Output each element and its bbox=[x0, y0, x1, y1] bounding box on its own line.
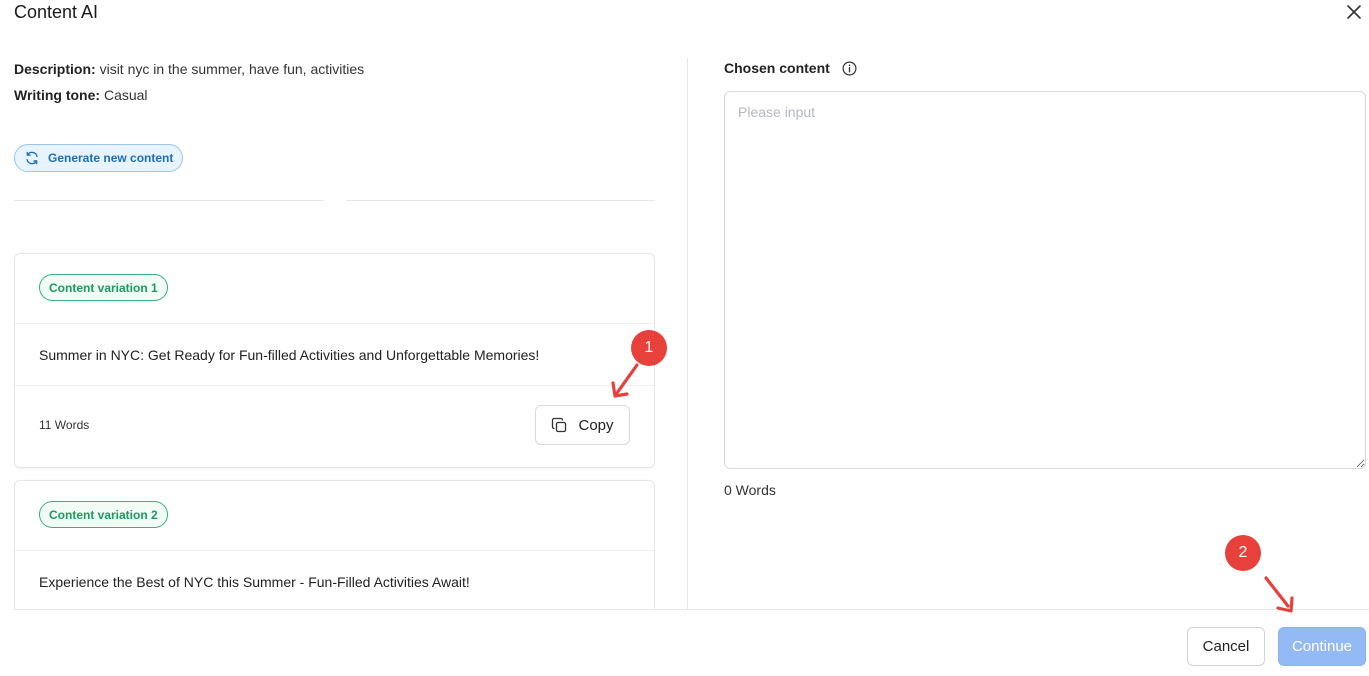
tone-label: Writing tone: bbox=[14, 87, 101, 103]
tone-value: Casual bbox=[103, 87, 148, 103]
tone-line: Writing tone: Casual bbox=[14, 84, 655, 110]
chosen-content-title: Chosen content bbox=[724, 60, 830, 76]
content-variation-badge: Content variation 2 bbox=[39, 501, 168, 528]
content-variation-text: Experience the Best of NYC this Summer -… bbox=[39, 574, 470, 590]
chosen-content-textarea[interactable] bbox=[724, 91, 1366, 469]
description-line: Description: visit nyc in the summer, ha… bbox=[14, 58, 655, 84]
content-variation-badge: Content variation 1 bbox=[39, 274, 168, 301]
annotation-step-2-badge: 2 bbox=[1225, 535, 1261, 571]
left-panel: Description: visit nyc in the summer, ha… bbox=[14, 58, 655, 609]
cancel-button[interactable]: Cancel bbox=[1187, 627, 1265, 666]
chosen-content-label: Chosen content bbox=[724, 60, 857, 76]
close-button[interactable] bbox=[1343, 1, 1365, 23]
info-icon[interactable] bbox=[842, 60, 857, 76]
tab-underline-left bbox=[14, 200, 323, 201]
modal-title: Content AI bbox=[14, 2, 99, 22]
copy-icon bbox=[552, 417, 567, 432]
generate-new-content-button[interactable]: Generate new content bbox=[14, 144, 184, 172]
copy-label: Copy bbox=[578, 416, 614, 434]
footer-divider bbox=[14, 609, 1369, 610]
content-variation-card: Content variation 2 Experience the Best … bbox=[14, 480, 655, 609]
tab-underline-right bbox=[346, 200, 655, 201]
chosen-content-word-count: 0 Words bbox=[724, 482, 776, 498]
generate-new-content-label: Generate new content bbox=[48, 151, 174, 165]
copy-button[interactable]: Copy bbox=[535, 405, 630, 445]
continue-button[interactable]: Continue bbox=[1278, 627, 1366, 666]
content-variation-text: Summer in NYC: Get Ready for Fun-filled … bbox=[15, 324, 654, 386]
content-variation-card: Content variation 1 Summer in NYC: Get R… bbox=[14, 253, 655, 468]
annotation-step-1-badge: 1 bbox=[631, 330, 667, 366]
close-icon bbox=[1347, 5, 1361, 19]
refresh-icon bbox=[26, 151, 38, 165]
variation-word-count: 11 Words bbox=[39, 418, 90, 432]
column-divider bbox=[687, 58, 688, 609]
description-label: Description: bbox=[14, 61, 96, 77]
description-value: visit nyc in the summer, have fun, activ… bbox=[99, 61, 365, 77]
